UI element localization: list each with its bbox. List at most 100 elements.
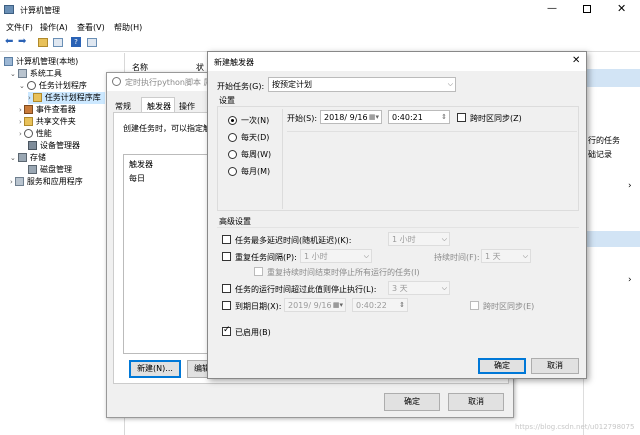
- collapse-arrow-icon[interactable]: ›: [19, 118, 22, 126]
- expire-time-spinner[interactable]: 0:40:22 ⇕: [352, 298, 408, 312]
- enabled-label[interactable]: 已启用(B): [235, 327, 271, 338]
- delay-checkbox[interactable]: [222, 235, 231, 244]
- radio-weekly[interactable]: [228, 150, 237, 159]
- recurrence-area: [287, 131, 577, 209]
- expand-arrow-icon[interactable]: ›: [628, 181, 632, 191]
- sync-timezone-label[interactable]: 跨时区同步(Z): [470, 113, 522, 124]
- tab-actions[interactable]: 操作: [179, 101, 195, 112]
- radio-weekly-label[interactable]: 每周(W): [241, 149, 271, 160]
- tree-event-viewer[interactable]: › 事件查看器: [19, 104, 76, 116]
- close-icon[interactable]: ✕: [617, 2, 626, 15]
- expire-label[interactable]: 到期日期(X):: [235, 301, 281, 312]
- radio-monthly[interactable]: [228, 167, 237, 176]
- collapse-arrow-icon[interactable]: ›: [28, 94, 31, 102]
- delay-label[interactable]: 任务最多延迟时间(随机延迟)(K):: [235, 235, 351, 246]
- collapse-arrow-icon[interactable]: ›: [19, 106, 22, 114]
- task-ok-button[interactable]: 确定: [384, 393, 440, 411]
- console-tree-icon[interactable]: [53, 38, 63, 47]
- expire-sync-label[interactable]: 跨时区同步(E): [483, 301, 534, 312]
- expand-arrow-icon[interactable]: ›: [628, 275, 632, 285]
- duration-label: 持续时间(F):: [434, 253, 480, 262]
- radio-once[interactable]: [228, 116, 237, 125]
- start-time-spinner[interactable]: 0:40:21 ⇕: [388, 110, 450, 124]
- dialog-cancel-button[interactable]: 取消: [531, 358, 579, 374]
- settings-group: 一次(N) 每天(D) 每周(W) 每月(M) 开始(S): 2018/ 9/1…: [217, 106, 579, 211]
- help-icon[interactable]: ?: [71, 37, 81, 47]
- spinner-icon: ⇕: [399, 301, 405, 309]
- radio-daily[interactable]: [228, 133, 237, 142]
- tree-root[interactable]: 计算机管理(本地): [4, 56, 78, 68]
- app-icon: [4, 5, 14, 14]
- menu-help[interactable]: 帮助(H): [114, 22, 142, 33]
- tree-device-manager[interactable]: 设备管理器: [28, 140, 80, 152]
- task-window-icon: [112, 77, 121, 86]
- chevron-down-icon: ⌵: [522, 252, 528, 260]
- chevron-down-icon: ⌵: [441, 284, 447, 292]
- tree-shared-folders[interactable]: › 共享文件夹: [19, 116, 76, 128]
- start-task-label: 开始任务(G):: [217, 82, 265, 91]
- dialog-ok-button[interactable]: 确定: [478, 358, 526, 374]
- radio-monthly-label[interactable]: 每月(M): [241, 166, 270, 177]
- tree-storage[interactable]: ⌄ 存储: [10, 152, 46, 164]
- radio-once-label[interactable]: 一次(N): [241, 115, 269, 126]
- properties-icon[interactable]: [87, 38, 97, 47]
- forward-icon[interactable]: ➡: [18, 36, 26, 47]
- menu-view[interactable]: 查看(V): [77, 22, 105, 33]
- action-history[interactable]: 础记录: [588, 149, 612, 160]
- expire-date-picker[interactable]: 2019/ 9/16 ▦▾: [284, 298, 346, 312]
- collapse-arrow-icon[interactable]: ›: [10, 178, 13, 186]
- chevron-down-icon: ⌵: [447, 80, 453, 88]
- maximize-icon[interactable]: [583, 5, 591, 13]
- tree-disk-management[interactable]: 磁盘管理: [28, 164, 72, 176]
- duration-select[interactable]: 1 天 ⌵: [481, 249, 531, 263]
- back-icon[interactable]: ⬅: [5, 36, 13, 47]
- menu-file[interactable]: 文件(F): [6, 22, 33, 33]
- minimize-icon[interactable]: —: [547, 3, 557, 14]
- tab-general[interactable]: 常规: [115, 101, 131, 112]
- expand-arrow-icon[interactable]: ⌄: [10, 154, 16, 162]
- column-trigger[interactable]: 触发器: [129, 159, 153, 170]
- tree-task-scheduler[interactable]: ⌄ 任务计划程序: [19, 80, 87, 92]
- repeat-select[interactable]: 1 小时 ⌵: [300, 249, 372, 263]
- folder-icon[interactable]: [38, 38, 48, 47]
- tree-services-apps[interactable]: › 服务和应用程序: [10, 176, 83, 188]
- tree-performance[interactable]: › 性能: [19, 128, 52, 140]
- repeat-checkbox[interactable]: [222, 252, 231, 261]
- expire-sync-checkbox[interactable]: [470, 301, 479, 310]
- stop-if-runs-label[interactable]: 任务的运行时间超过此值则停止执行(L):: [235, 284, 376, 295]
- sync-timezone-checkbox[interactable]: [457, 113, 466, 122]
- start-task-select[interactable]: 按预定计划 ⌵: [268, 77, 456, 92]
- start-date-picker[interactable]: 2018/ 9/16 ▦▾: [320, 110, 382, 124]
- trigger-row-type[interactable]: 每日: [129, 173, 145, 184]
- stop-all-label[interactable]: 重复持续时间结束时停止所有运行的任务(I): [267, 267, 420, 278]
- delay-select[interactable]: 1 小时 ⌵: [388, 232, 450, 246]
- radio-daily-label[interactable]: 每天(D): [241, 132, 269, 143]
- expand-arrow-icon[interactable]: ⌄: [19, 82, 25, 90]
- tree-task-scheduler-lib[interactable]: › 任务计划程序库: [28, 92, 105, 104]
- expand-arrow-icon[interactable]: ⌄: [10, 70, 16, 78]
- tab-triggers[interactable]: 触发器: [141, 97, 175, 113]
- repeat-label[interactable]: 重复任务间隔(P):: [235, 252, 297, 263]
- storage-icon: [17, 153, 27, 162]
- new-trigger-button[interactable]: 新建(N)...: [129, 360, 181, 378]
- advanced-separator: [217, 227, 579, 228]
- title-bar: 计算机管理 — ✕: [0, 0, 640, 20]
- stop-if-runs-checkbox[interactable]: [222, 284, 231, 293]
- enabled-checkbox[interactable]: [222, 325, 231, 336]
- collapse-arrow-icon[interactable]: ›: [19, 130, 22, 138]
- stop-if-runs-select[interactable]: 3 天 ⌵: [388, 281, 450, 295]
- task-window-title: 定时执行python脚本 属性: [125, 78, 220, 87]
- chevron-down-icon: ⌵: [441, 235, 447, 243]
- clock-icon: [26, 81, 36, 90]
- computer-icon: [4, 57, 13, 66]
- menu-action[interactable]: 操作(A): [40, 22, 68, 33]
- settings-label: 设置: [219, 96, 235, 105]
- stop-all-checkbox[interactable]: [254, 267, 263, 276]
- dialog-titlebar: 新建触发器 ✕: [208, 52, 586, 71]
- task-cancel-button[interactable]: 取消: [448, 393, 504, 411]
- expire-checkbox[interactable]: [222, 301, 231, 310]
- actions-pane: 行的任务 础记录 › ›: [583, 53, 640, 435]
- close-icon[interactable]: ✕: [572, 55, 580, 66]
- action-running-tasks[interactable]: 行的任务: [588, 135, 620, 146]
- tree-system-tools[interactable]: ⌄ 系统工具: [10, 68, 62, 80]
